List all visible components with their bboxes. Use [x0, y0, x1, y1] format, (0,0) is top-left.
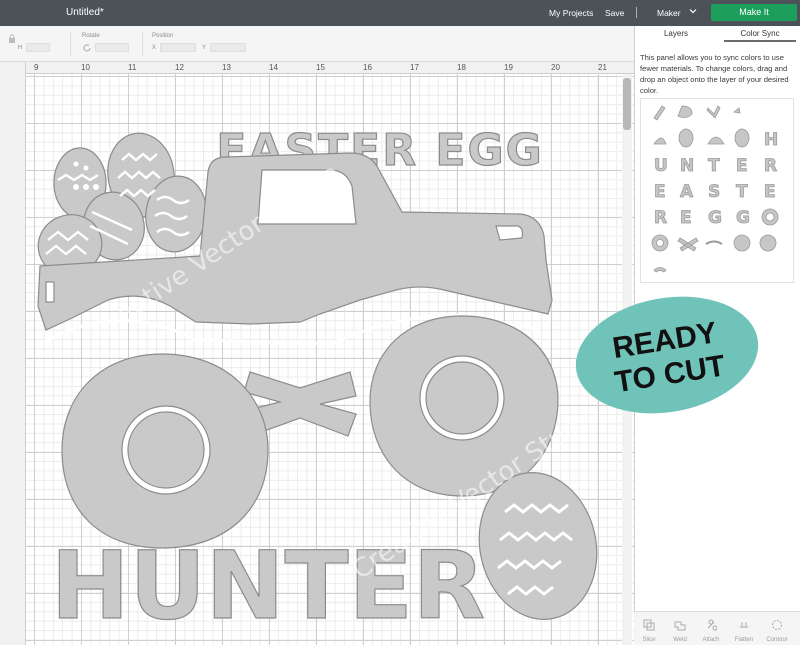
design-canvas[interactable] — [26, 74, 634, 645]
svg-text:N: N — [680, 156, 694, 176]
ready-to-cut-badge: READY TO CUT — [575, 296, 759, 414]
toolbar-divider — [70, 32, 71, 56]
svg-text:H: H — [764, 130, 778, 150]
attach-label[interactable]: Attach — [699, 637, 723, 643]
rotate-label: Rotate — [82, 33, 100, 39]
position-label: Position — [152, 33, 174, 39]
vertical-ruler — [0, 62, 26, 645]
lock-icon[interactable] — [8, 34, 16, 43]
svg-text:G: G — [736, 208, 750, 228]
svg-text:R: R — [764, 156, 777, 176]
ruler-number: 11 — [128, 63, 137, 72]
slice-label[interactable]: Slice — [637, 637, 661, 643]
topbar-divider — [636, 7, 637, 18]
my-projects-link[interactable]: My Projects — [549, 8, 593, 18]
flatten-icon[interactable] — [738, 619, 750, 631]
y-label: Y — [202, 45, 207, 51]
ruler-number: 14 — [269, 63, 278, 72]
ruler-number: 20 — [551, 63, 560, 72]
rotate-icon — [83, 44, 91, 52]
svg-text:E: E — [736, 156, 748, 176]
toolbar-divider — [142, 32, 143, 56]
svg-text:G: G — [708, 208, 722, 228]
edit-toolbar: H Rotate Position X Y — [0, 26, 634, 62]
layer-thumbnails: H U N T E R E A S T E R E G G — [651, 105, 779, 273]
svg-text:S: S — [708, 182, 720, 202]
tab-layers[interactable]: Layers — [640, 26, 712, 42]
ruler-number: 12 — [175, 63, 184, 72]
height-input[interactable] — [26, 43, 50, 52]
document-title[interactable]: Untitled* — [66, 7, 104, 18]
weld-label[interactable]: Weld — [668, 637, 692, 643]
machine-select[interactable]: Maker — [657, 8, 681, 18]
ruler-number: 21 — [598, 63, 607, 72]
x-label: X — [152, 45, 157, 51]
flatten-label[interactable]: Flatten — [732, 637, 756, 643]
slice-icon[interactable] — [643, 619, 655, 631]
panel-description: This panel allows you to sync colors to … — [640, 53, 789, 95]
ruler-number: 17 — [410, 63, 419, 72]
ruler-number: 19 — [504, 63, 513, 72]
tab-color-sync[interactable]: Color Sync — [724, 26, 796, 42]
svg-text:U: U — [654, 156, 668, 176]
weld-icon[interactable] — [674, 619, 686, 631]
make-it-button[interactable]: Make It — [711, 4, 797, 21]
ruler-number: 9 — [34, 63, 39, 72]
svg-text:E: E — [680, 208, 692, 228]
height-label: H — [18, 45, 23, 51]
ruler-number: 18 — [457, 63, 466, 72]
scrollbar-thumb[interactable] — [623, 78, 631, 130]
svg-text:E: E — [654, 182, 666, 202]
contour-label[interactable]: Contour — [765, 637, 789, 643]
contour-icon[interactable] — [771, 619, 783, 631]
horizontal-ruler: 9 10 11 12 13 14 15 16 17 18 19 20 21 — [26, 62, 634, 74]
ruler-number: 15 — [316, 63, 325, 72]
position-x-input[interactable] — [160, 43, 196, 52]
ruler-number: 16 — [363, 63, 372, 72]
save-button[interactable]: Save — [605, 8, 624, 18]
attach-icon[interactable] — [705, 619, 717, 631]
ruler-number: 10 — [81, 63, 90, 72]
position-y-input[interactable] — [210, 43, 246, 52]
svg-text:A: A — [680, 182, 694, 202]
chevron-down-icon[interactable] — [689, 7, 697, 15]
top-bar: Untitled* My Projects Save Maker Make It — [0, 0, 800, 26]
svg-text:R: R — [654, 208, 667, 228]
svg-text:T: T — [736, 182, 748, 202]
ruler-number: 13 — [222, 63, 231, 72]
svg-text:T: T — [708, 156, 720, 176]
svg-text:E: E — [764, 182, 776, 202]
rotate-input[interactable] — [95, 43, 129, 52]
